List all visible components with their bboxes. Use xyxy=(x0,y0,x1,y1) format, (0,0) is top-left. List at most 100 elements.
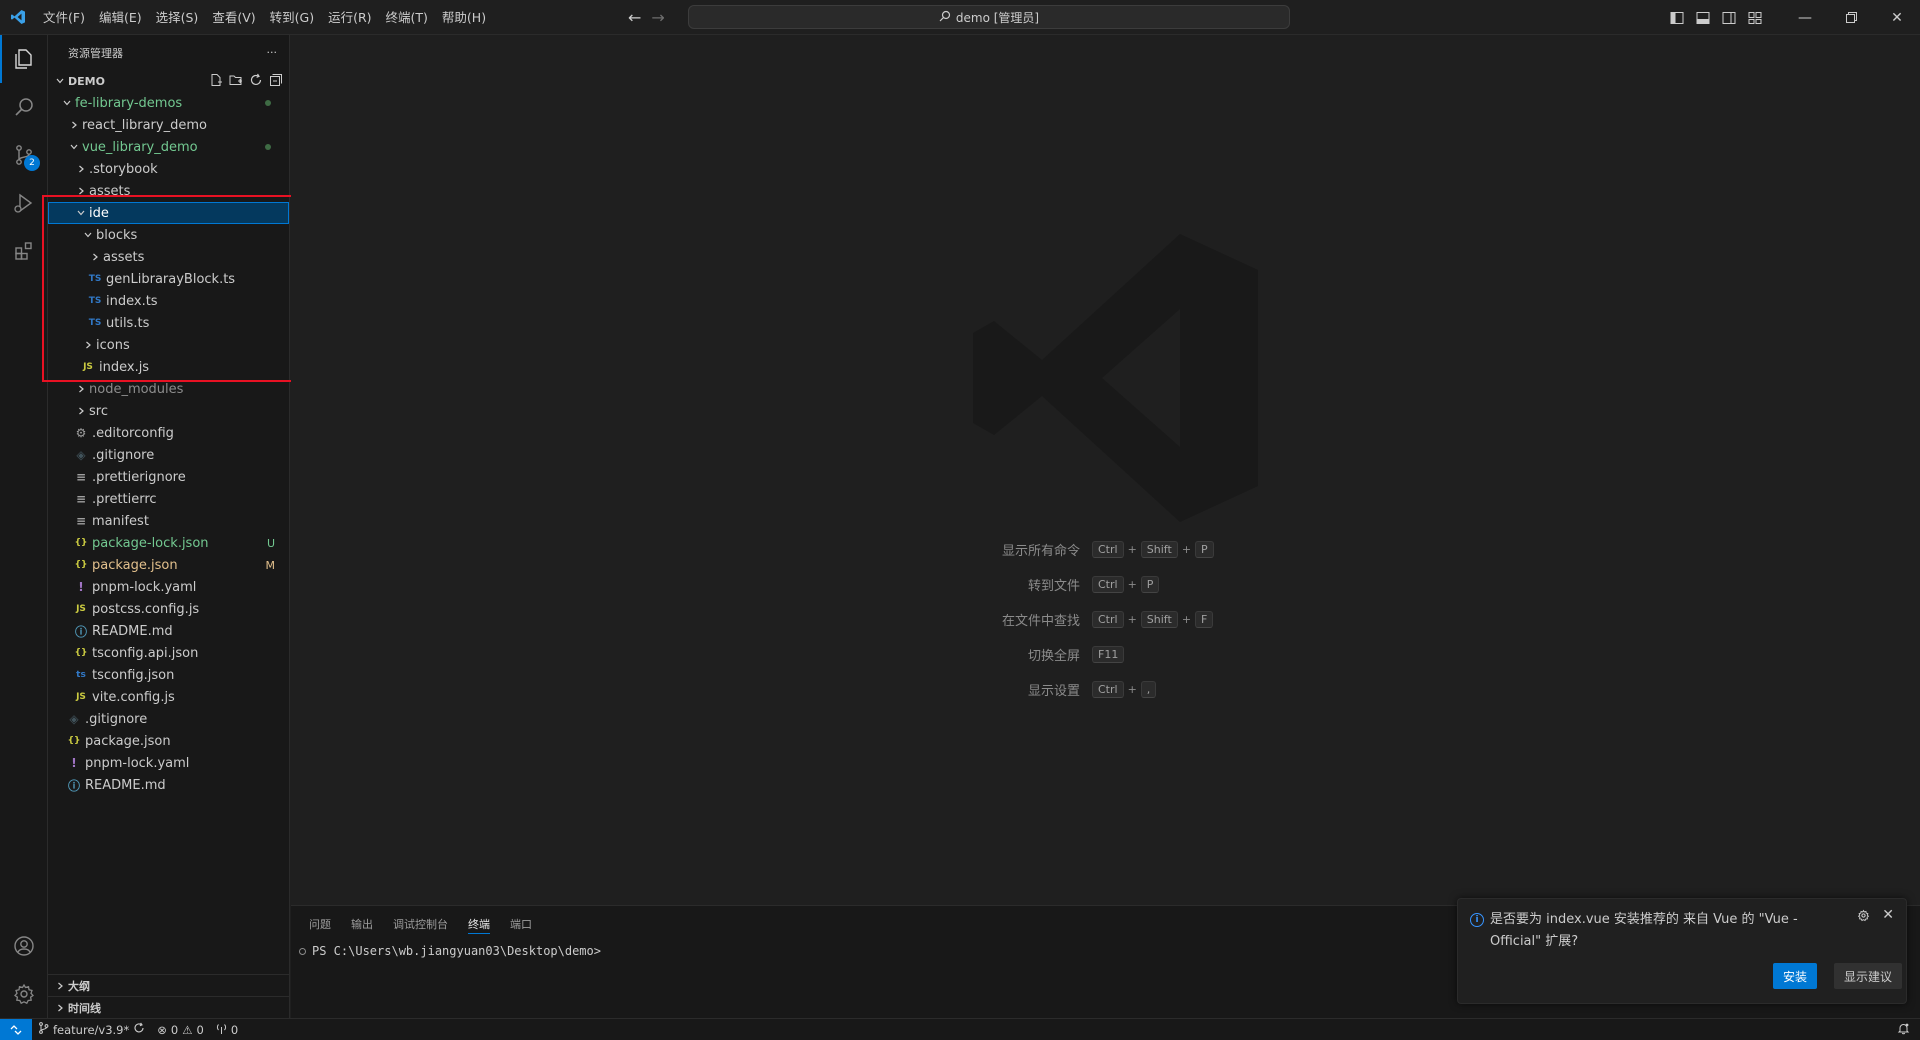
new-folder-icon[interactable] xyxy=(229,73,243,90)
keyboard-key: Shift xyxy=(1140,611,1178,628)
tree-item-label: package-lock.json xyxy=(92,535,209,551)
notification-settings-gear-icon[interactable] xyxy=(1857,909,1870,926)
tree-item[interactable]: ⓘ README.md xyxy=(48,620,289,642)
terminal-text: PS C:\Users\wb.jiangyuan03\Desktop\demo> xyxy=(312,944,601,958)
collapse-all-icon[interactable] xyxy=(269,73,283,90)
tree-item[interactable]: JS index.js xyxy=(48,356,289,378)
tree-item[interactable]: {} package.json xyxy=(48,730,289,752)
tree-item[interactable]: ≡ manifest xyxy=(48,510,289,532)
new-file-icon[interactable] xyxy=(209,73,223,90)
restore-icon[interactable] xyxy=(1828,0,1874,35)
menu-file[interactable]: 文件(F) xyxy=(36,0,92,35)
notifications-bell-icon[interactable] xyxy=(1897,1022,1910,1038)
tree-item-label: .prettierrc xyxy=(92,491,157,507)
tree-item[interactable]: TS utils.ts xyxy=(48,312,289,334)
tree-item[interactable]: ≡ .prettierignore xyxy=(48,466,289,488)
shortcut-row: 显示所有命令 Ctrl + Shift + P xyxy=(882,532,1382,567)
panel-tab[interactable]: 输出 xyxy=(351,906,373,941)
tree-item[interactable]: ! pnpm-lock.yaml xyxy=(48,752,289,774)
command-center[interactable]: demo [管理员] xyxy=(688,5,1290,29)
file-type-icon: JS xyxy=(83,362,93,372)
tree-item[interactable]: ide xyxy=(48,202,289,224)
tree-item[interactable]: blocks xyxy=(48,224,289,246)
shortcut-row: 切换全屏 F11 xyxy=(882,637,1382,672)
menu-run[interactable]: 运行(R) xyxy=(321,0,378,35)
keyboard-key: F xyxy=(1195,611,1214,628)
tree-item[interactable]: node_modules xyxy=(48,378,289,400)
more-actions-icon[interactable]: ··· xyxy=(267,46,278,59)
tree-item[interactable]: JS vite.config.js xyxy=(48,686,289,708)
tree-item[interactable]: src xyxy=(48,400,289,422)
tree-item[interactable]: .storybook xyxy=(48,158,289,180)
tree-item[interactable]: assets xyxy=(48,246,289,268)
tree-item[interactable]: ts tsconfig.json xyxy=(48,664,289,686)
ports-status[interactable]: 0 xyxy=(210,1023,244,1037)
tree-item[interactable]: JS postcss.config.js xyxy=(48,598,289,620)
menu-selection[interactable]: 选择(S) xyxy=(149,0,206,35)
tree-item[interactable]: vue_library_demo xyxy=(48,136,289,158)
tree-item[interactable]: assets xyxy=(48,180,289,202)
panel-tab[interactable]: 端口 xyxy=(510,906,532,941)
explorer-icon[interactable] xyxy=(0,35,48,83)
customize-layout-icon[interactable] xyxy=(1742,0,1768,35)
tree-item[interactable]: ⓘ README.md xyxy=(48,774,289,796)
tree-item[interactable]: fe-library-demos xyxy=(48,92,289,114)
panel-tab[interactable]: 问题 xyxy=(309,906,331,941)
sync-icon[interactable] xyxy=(133,1022,145,1037)
shortcut-label: 切换全屏 xyxy=(1027,649,1080,664)
close-window-icon[interactable]: ✕ xyxy=(1874,0,1920,35)
tree-item-label: .gitignore xyxy=(85,711,148,727)
tree-item[interactable]: {} package-lock.json U xyxy=(48,532,289,554)
tree-item-label: .prettierignore xyxy=(92,469,186,485)
minimize-icon[interactable]: — xyxy=(1782,0,1828,35)
outline-section[interactable]: 大纲 xyxy=(48,974,289,996)
panel-tab[interactable]: 终端 xyxy=(468,906,490,941)
source-control-icon[interactable]: 2 xyxy=(0,131,48,179)
tree-item[interactable]: {} tsconfig.api.json xyxy=(48,642,289,664)
nav-arrows: ← → xyxy=(628,0,665,35)
timeline-section[interactable]: 时间线 xyxy=(48,996,289,1018)
show-recommendations-button[interactable]: 显示建议 xyxy=(1834,963,1903,989)
activity-bar: 2 xyxy=(0,35,48,1018)
toggle-panel-icon[interactable] xyxy=(1690,0,1716,35)
tree-item[interactable]: ≡ .prettierrc xyxy=(48,488,289,510)
menu-go[interactable]: 转到(G) xyxy=(263,0,321,35)
file-type-icon: ⓘ xyxy=(67,778,80,793)
menu-edit[interactable]: 编辑(E) xyxy=(92,0,149,35)
chevron-down-icon xyxy=(66,142,82,152)
tree-item[interactable]: {} package.json M xyxy=(48,554,289,576)
tree-item[interactable]: ◈ .gitignore xyxy=(48,708,289,730)
tree-item[interactable]: icons xyxy=(48,334,289,356)
install-button[interactable]: 安装 xyxy=(1773,963,1818,989)
git-change-dot-icon xyxy=(265,100,271,106)
tree-item[interactable]: TS genLibrarayBlock.ts xyxy=(48,268,289,290)
tree-item-label: fe-library-demos xyxy=(75,95,183,111)
toggle-primary-sidebar-icon[interactable] xyxy=(1664,0,1690,35)
menu-help[interactable]: 帮助(H) xyxy=(435,0,493,35)
tree-item-label: index.js xyxy=(99,359,150,375)
back-arrow-icon[interactable]: ← xyxy=(628,8,641,27)
git-branch-status[interactable]: feature/v3.9* xyxy=(32,1022,151,1037)
workspace-root[interactable]: DEMO xyxy=(48,70,289,92)
tree-item-label: .editorconfig xyxy=(92,425,174,441)
panel-tab[interactable]: 调试控制台 xyxy=(393,906,448,941)
tree-item[interactable]: ! pnpm-lock.yaml xyxy=(48,576,289,598)
toggle-secondary-sidebar-icon[interactable] xyxy=(1716,0,1742,35)
extensions-icon[interactable] xyxy=(0,227,48,275)
search-view-icon[interactable] xyxy=(0,83,48,131)
refresh-icon[interactable] xyxy=(249,73,263,90)
problems-status[interactable]: ⊗ 0 ⚠ 0 xyxy=(151,1023,210,1037)
accounts-icon[interactable] xyxy=(0,922,48,970)
menu-view[interactable]: 查看(V) xyxy=(205,0,262,35)
run-debug-icon[interactable] xyxy=(0,179,48,227)
ports-count: 0 xyxy=(230,1022,239,1037)
tree-item[interactable]: TS index.ts xyxy=(48,290,289,312)
manage-gear-icon[interactable] xyxy=(0,970,48,1018)
tree-item[interactable]: ⚙ .editorconfig xyxy=(48,422,289,444)
remote-indicator-icon[interactable] xyxy=(0,1018,32,1040)
forward-arrow-icon[interactable]: → xyxy=(651,8,664,27)
notification-close-icon[interactable]: ✕ xyxy=(1882,907,1894,923)
menu-terminal[interactable]: 终端(T) xyxy=(379,0,435,35)
tree-item[interactable]: react_library_demo xyxy=(48,114,289,136)
tree-item[interactable]: ◈ .gitignore xyxy=(48,444,289,466)
